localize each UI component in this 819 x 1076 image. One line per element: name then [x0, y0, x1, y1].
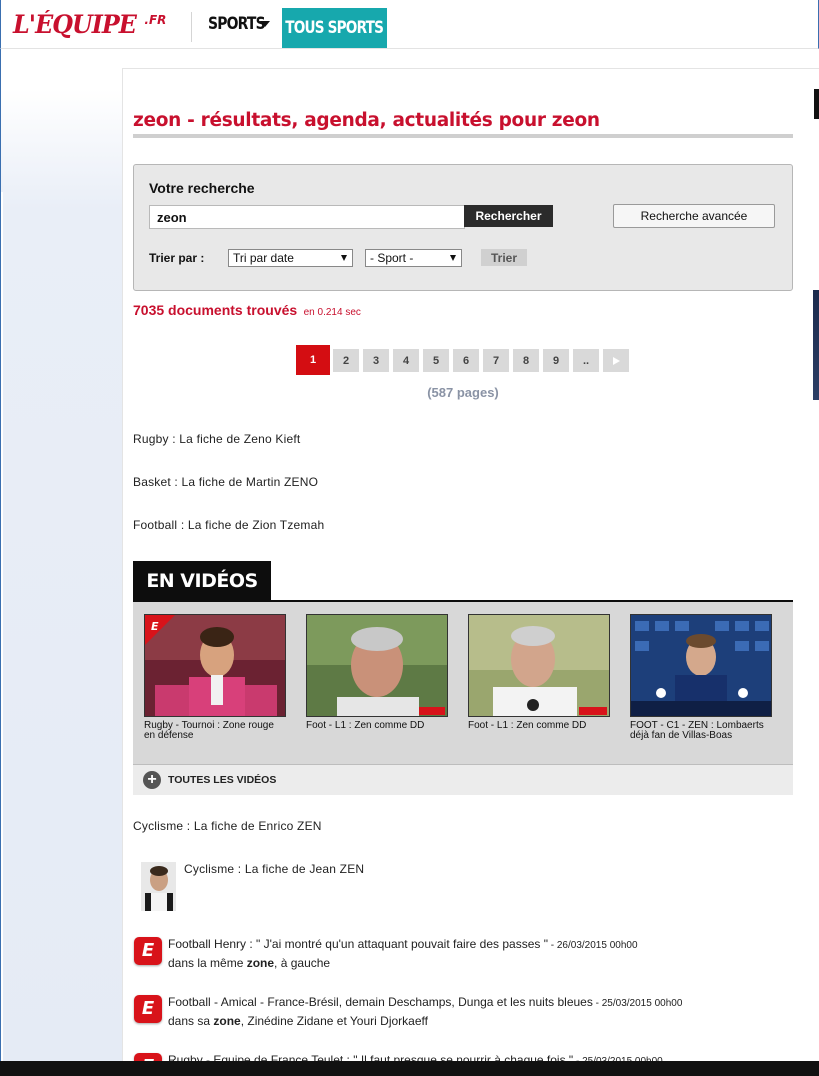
- videos-heading: EN VIDÉOS: [133, 561, 271, 601]
- snippet-text: dans la même: [168, 956, 247, 970]
- search-button[interactable]: Rechercher: [464, 205, 553, 227]
- video-thumbnail: [630, 614, 772, 717]
- news-title: Football Henry : " J'ai montré qu'un att…: [168, 937, 548, 951]
- sport-select-value: - Sport -: [370, 251, 414, 265]
- page-7[interactable]: 7: [483, 349, 509, 372]
- video-thumbnail: [468, 614, 610, 717]
- results-count-text: 7035 documents trouvés: [133, 302, 298, 318]
- snippet-text: dans sa: [168, 1014, 214, 1028]
- result-link[interactable]: Basket : La fiche de Martin ZENO: [133, 475, 318, 489]
- page-2[interactable]: 2: [333, 349, 359, 372]
- header-divider: [191, 12, 192, 42]
- equipe-e-icon: E: [134, 937, 162, 965]
- page-6[interactable]: 6: [453, 349, 479, 372]
- tous-sports-tab[interactable]: TOUS SPORTS: [282, 8, 387, 48]
- sports-menu[interactable]: SPORTS: [208, 8, 270, 40]
- video-thumbnail: E: [144, 614, 286, 717]
- sort-button[interactable]: Trier: [481, 249, 527, 266]
- results-time: en 0.214 sec: [303, 307, 361, 318]
- pages-count: (587 pages): [427, 385, 499, 400]
- video-item[interactable]: Foot - L1 : Zen comme DD: [468, 614, 610, 731]
- play-icon: [612, 356, 620, 365]
- result-link[interactable]: Football : La fiche de Zion Tzemah: [133, 518, 324, 532]
- avatar: [141, 862, 176, 911]
- news-date: - 25/03/2015 00h00: [592, 998, 683, 1009]
- news-snippet: dans sa zone, Zinédine Zidane et Youri D…: [168, 1014, 428, 1028]
- videos-panel: E Rugby - Tournoi : Zone rouge en défens…: [133, 602, 793, 764]
- news-title: Football - Amical - France-Brésil, demai…: [168, 995, 593, 1009]
- result-link[interactable]: Rugby : La fiche de Zeno Kieft: [133, 432, 300, 446]
- dropdown-arrow-icon: [450, 255, 456, 261]
- title-underline: [133, 134, 793, 138]
- page-9[interactable]: 9: [543, 349, 569, 372]
- result-link[interactable]: Cyclisme : La fiche de Jean ZEN: [184, 862, 364, 876]
- video-thumbnail: [306, 614, 448, 717]
- lequipe-logo[interactable]: L'ÉQUIPE .FR: [13, 10, 166, 40]
- snippet-text: , à gauche: [274, 956, 331, 970]
- right-edge-block: [814, 89, 819, 119]
- results-count: 7035 documents trouvés en 0.214 sec: [133, 302, 361, 320]
- video-caption: FOOT - C1 - ZEN : Lombaerts déjà fan de …: [630, 720, 764, 741]
- tous-sports-label: TOUS SPORTS: [285, 18, 385, 38]
- sports-menu-label: SPORTS: [208, 14, 266, 34]
- advanced-search-button[interactable]: Recherche avancée: [613, 204, 775, 228]
- bottom-bar: [0, 1061, 819, 1076]
- next-page-button[interactable]: [603, 349, 629, 372]
- search-panel: Votre recherche Rechercher Recherche ava…: [133, 164, 793, 291]
- news-title-link[interactable]: Football Henry : " J'ai montré qu'un att…: [168, 937, 638, 951]
- left-background: [0, 49, 122, 1076]
- snippet-highlight: zone: [246, 956, 275, 970]
- search-input[interactable]: [149, 205, 465, 229]
- dropdown-arrow-icon: [341, 255, 347, 261]
- video-caption: Foot - L1 : Zen comme DD: [306, 720, 425, 731]
- search-panel-title: Votre recherche: [149, 180, 255, 196]
- page-8[interactable]: 8: [513, 349, 539, 372]
- result-link[interactable]: Cyclisme : La fiche de Enrico ZEN: [133, 819, 322, 833]
- video-caption: Rugby - Tournoi : Zone rouge en défense: [144, 720, 274, 741]
- page-title: zeon - résultats, agenda, actualités pou…: [133, 110, 600, 131]
- page-ellipsis[interactable]: ..: [573, 349, 599, 372]
- page-5[interactable]: 5: [423, 349, 449, 372]
- video-item[interactable]: E Rugby - Tournoi : Zone rouge en défens…: [144, 614, 286, 741]
- snippet-highlight: zone: [213, 1014, 241, 1028]
- top-header: L'ÉQUIPE .FR SPORTS TOUS SPORTS: [0, 0, 819, 49]
- svg-text:E: E: [151, 620, 159, 633]
- page-3[interactable]: 3: [363, 349, 389, 372]
- video-item[interactable]: FOOT - C1 - ZEN : Lombaerts déjà fan de …: [630, 614, 772, 741]
- equipe-e-icon: E: [134, 995, 162, 1023]
- logo-wordmark: L'ÉQUIPE: [13, 10, 137, 39]
- logo-suffix: .FR: [144, 13, 167, 27]
- sort-select[interactable]: Tri par date: [228, 249, 353, 267]
- all-videos-link[interactable]: + TOUTES LES VIDÉOS: [133, 764, 793, 795]
- right-edge-ad: [813, 290, 819, 400]
- plus-circle-icon: +: [143, 771, 161, 789]
- sport-select[interactable]: - Sport -: [365, 249, 462, 267]
- news-title-link[interactable]: Football - Amical - France-Brésil, demai…: [168, 995, 682, 1009]
- snippet-text: , Zinédine Zidane et Youri Djorkaeff: [240, 1014, 428, 1028]
- page-1[interactable]: 1: [296, 345, 330, 375]
- video-item[interactable]: Foot - L1 : Zen comme DD: [306, 614, 448, 731]
- sort-select-value: Tri par date: [233, 251, 294, 265]
- all-videos-label: TOUTES LES VIDÉOS: [168, 774, 277, 786]
- video-caption: Foot - L1 : Zen comme DD: [468, 720, 587, 731]
- page-4[interactable]: 4: [393, 349, 419, 372]
- sort-label: Trier par :: [149, 251, 205, 265]
- news-date: - 26/03/2015 00h00: [547, 940, 638, 951]
- news-snippet: dans la même zone, à gauche: [168, 956, 330, 970]
